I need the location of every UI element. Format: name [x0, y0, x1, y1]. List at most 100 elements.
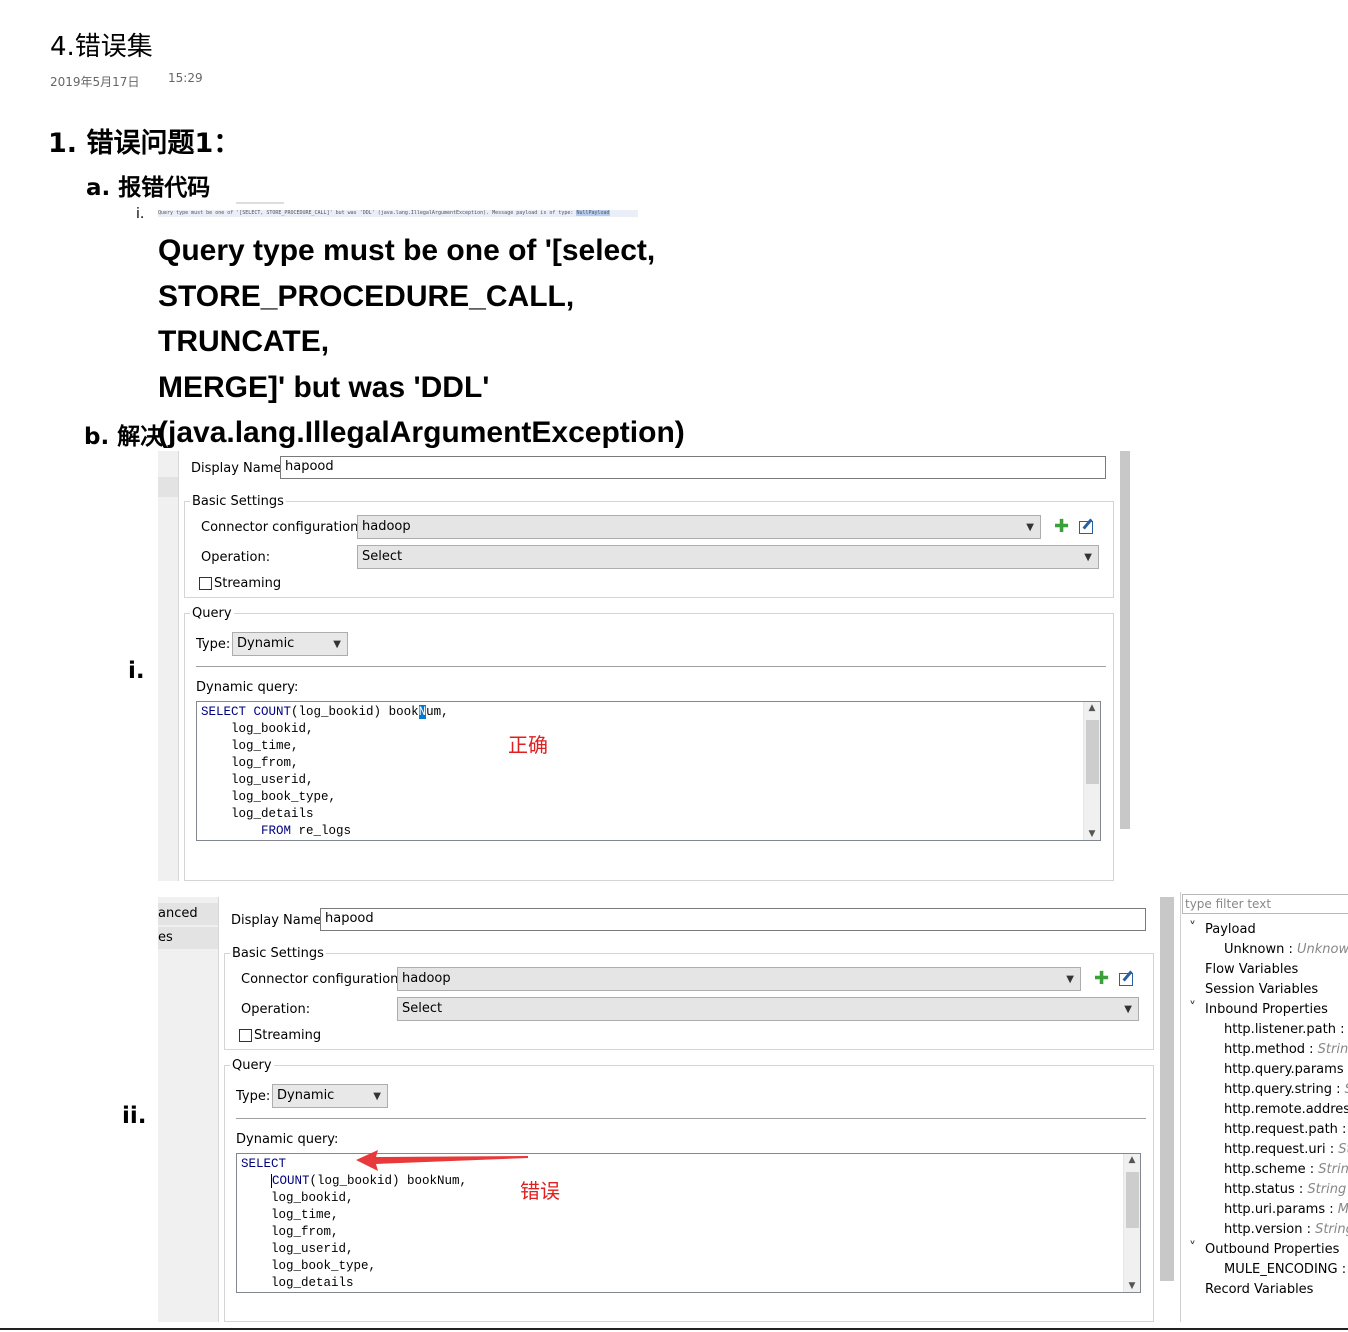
tree-item[interactable]: http.status : String: [1224, 1182, 1346, 1197]
chevron-down-icon[interactable]: ˅: [1189, 1000, 1196, 1016]
tree-item-label: Session Variables: [1205, 982, 1319, 997]
type-label: Type:: [196, 637, 231, 652]
operation-value: Select: [362, 549, 403, 564]
dynamic-query-editor[interactable]: SELECT COUNT(log_bookid) bookNum, log_bo…: [236, 1153, 1141, 1293]
side-strip: [158, 897, 218, 1322]
chevron-down-icon: ▼: [1124, 1004, 1132, 1015]
add-config-icon[interactable]: ✚: [1054, 518, 1069, 536]
tree-item[interactable]: Record Variables: [1205, 1282, 1313, 1297]
side-tab[interactable]: [158, 477, 178, 497]
side-tab-advanced[interactable]: anced: [158, 903, 218, 925]
display-name-input[interactable]: hapood: [320, 908, 1146, 931]
display-name-label: Display Name:: [191, 461, 286, 476]
tree-item-label: MULE_ENCODING :: [1224, 1262, 1348, 1277]
edit-config-icon[interactable]: [1119, 973, 1133, 986]
query-scrollbar[interactable]: ▲ ▼: [1123, 1154, 1140, 1292]
query-type-select[interactable]: Dynamic ▼: [272, 1084, 388, 1108]
tree-item-label: Record Variables: [1205, 1282, 1314, 1297]
tree-item[interactable]: http.query.string : Str: [1224, 1082, 1348, 1097]
divider: [236, 1118, 1146, 1119]
query-scrollbar[interactable]: ▲ ▼: [1083, 702, 1100, 840]
dynamic-query-label: Dynamic query:: [236, 1132, 339, 1147]
connector-config-select[interactable]: hadoop ▼: [397, 967, 1081, 991]
dynamic-query-editor[interactable]: SELECT COUNT(log_bookid) bookNum, log_bo…: [196, 701, 1101, 841]
tree-item-type: Str: [1345, 1082, 1348, 1097]
tree-item-label: http.listener.path :: [1224, 1022, 1348, 1037]
side-tab-label: es: [158, 930, 173, 945]
tree-item[interactable]: http.uri.params : Map: [1224, 1202, 1348, 1217]
tree-item[interactable]: MULE_ENCODING : S: [1224, 1262, 1348, 1277]
scroll-up-icon[interactable]: ▲: [1124, 1155, 1140, 1165]
tree-item[interactable]: Unknown : Unknown: [1224, 942, 1348, 957]
panel-scrollbar[interactable]: [1120, 451, 1130, 829]
chevron-down-icon: ▼: [1066, 974, 1074, 985]
connector-config-value: hadoop: [362, 519, 411, 534]
scroll-thumb[interactable]: [1086, 720, 1099, 784]
tree-item[interactable]: http.remote.address: [1224, 1102, 1348, 1117]
tree-item[interactable]: ˅ Payload: [1189, 920, 1256, 937]
error-tiny-text: Query type must be one of '[SELECT, STOR…: [158, 210, 577, 216]
tree-filter-input[interactable]: type filter text: [1182, 894, 1348, 914]
error-message: Query type must be one of '[select, STOR…: [158, 228, 718, 456]
tree-item-label: Payload: [1205, 922, 1256, 937]
divider: [196, 666, 1106, 667]
display-name-input[interactable]: hapood: [280, 456, 1106, 479]
tree-item[interactable]: http.method : String: [1224, 1042, 1348, 1057]
add-config-icon[interactable]: ✚: [1094, 970, 1109, 988]
error-tiny-highlight: NullPayload: [576, 210, 610, 216]
tree-item[interactable]: http.request.uri : Stri: [1224, 1142, 1348, 1157]
edit-config-icon[interactable]: [1079, 521, 1093, 534]
tree-item-type: String: [1307, 1182, 1347, 1197]
scroll-down-icon[interactable]: ▼: [1124, 1281, 1140, 1291]
tree-item-label: http.remote.address: [1224, 1102, 1348, 1117]
tree-item-type: String: [1318, 1162, 1348, 1177]
note-time: 15:29: [168, 71, 203, 85]
error-line: MERGE]' but was 'DDL': [158, 370, 490, 404]
metadata-tree-panel: type filter text ˅ Payload Unknown : Unkno…: [1180, 892, 1348, 1322]
query-group-label: Query: [190, 606, 234, 621]
tree-item-label: http.version :: [1224, 1222, 1316, 1237]
display-name-label: Display Name:: [231, 913, 326, 928]
panel-scrollbar[interactable]: [1160, 897, 1174, 1281]
scroll-thumb[interactable]: [1126, 1172, 1139, 1228]
tree-item[interactable]: http.version : String: [1224, 1222, 1348, 1237]
heading-error-code: a. 报错代码: [86, 175, 211, 201]
tree-item[interactable]: http.request.path : St: [1224, 1122, 1348, 1137]
operation-select[interactable]: Select ▼: [397, 997, 1139, 1021]
type-label: Type:: [236, 1089, 271, 1104]
connector-properties-panel-wrong: anced es Display Name: hapood Basic Sett…: [158, 897, 1178, 1322]
side-tab-label: anced: [158, 906, 198, 921]
tree-item-type: Map: [1337, 1202, 1348, 1217]
dynamic-query-label: Dynamic query:: [196, 680, 299, 695]
divider: [178, 451, 179, 881]
tree-item[interactable]: ˅ Outbound Properties: [1189, 1240, 1339, 1257]
tree-item[interactable]: Session Variables: [1205, 982, 1318, 997]
chevron-down-icon[interactable]: ˅: [1189, 920, 1196, 936]
streaming-checkbox[interactable]: [239, 1029, 252, 1042]
basic-settings-label: Basic Settings: [190, 494, 286, 509]
tree-item-label: http.method :: [1224, 1042, 1318, 1057]
tree-item[interactable]: http.query.params : I: [1224, 1062, 1348, 1077]
tree-item[interactable]: http.listener.path : St: [1224, 1022, 1348, 1037]
scroll-up-icon[interactable]: ▲: [1084, 703, 1100, 713]
operation-select[interactable]: Select ▼: [357, 545, 1099, 569]
tree-item-type: Stri: [1338, 1142, 1348, 1157]
basic-settings-label: Basic Settings: [230, 946, 326, 961]
tree-item[interactable]: http.scheme : String: [1224, 1162, 1348, 1177]
connector-config-select[interactable]: hadoop ▼: [357, 515, 1041, 539]
chevron-down-icon[interactable]: ˅: [1189, 1240, 1196, 1256]
tree-item[interactable]: Flow Variables: [1205, 962, 1298, 977]
tree-item-type: String: [1317, 1042, 1348, 1057]
chevron-down-icon: ▼: [1026, 522, 1034, 533]
note-date: 2019年5月17日: [50, 75, 140, 89]
query-group-label: Query: [230, 1058, 274, 1073]
divider: [218, 897, 219, 1322]
tree-item[interactable]: ˅ Inbound Properties: [1189, 1000, 1328, 1017]
chevron-down-icon: ▼: [1084, 552, 1092, 563]
query-type-select[interactable]: Dynamic ▼: [232, 632, 348, 656]
side-tab-notes[interactable]: es: [158, 927, 218, 949]
error-line: STORE_PROCEDURE_CALL, TRUNCATE,: [158, 279, 575, 359]
streaming-checkbox[interactable]: [199, 577, 212, 590]
error-screenshot-text: Query type must be one of '[SELECT, STOR…: [158, 210, 638, 217]
scroll-down-icon[interactable]: ▼: [1084, 829, 1100, 839]
